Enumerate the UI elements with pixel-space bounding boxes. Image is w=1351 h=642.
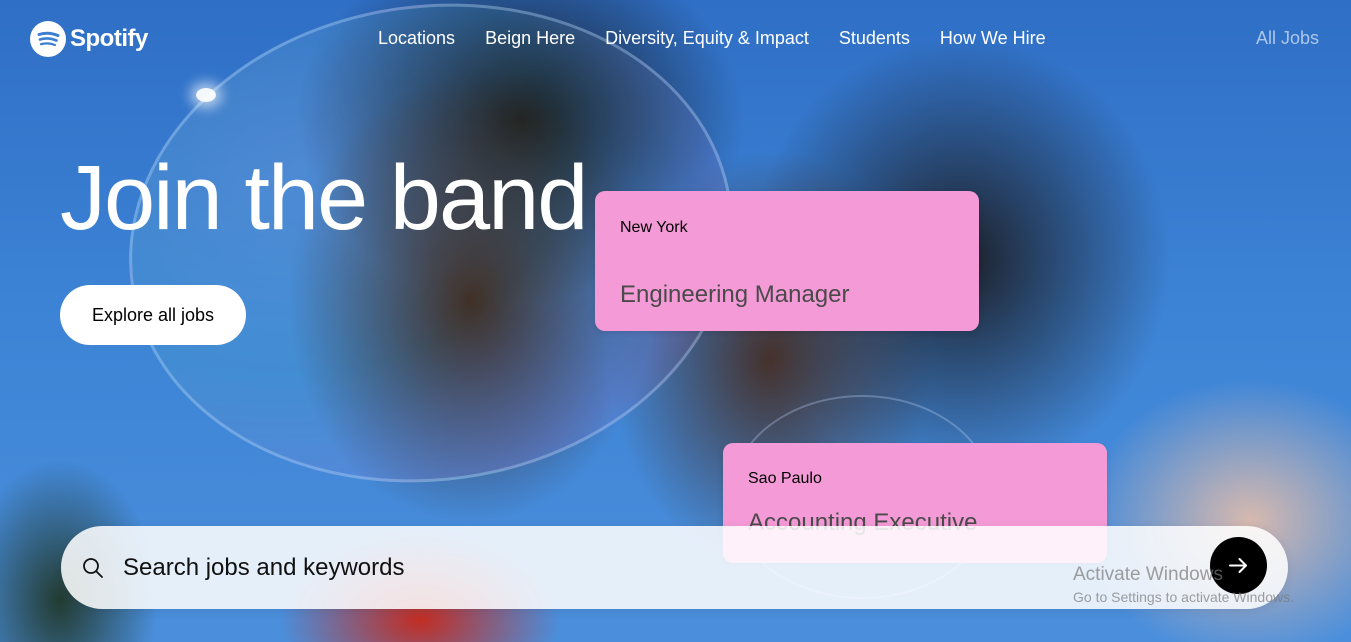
main-nav: Locations Beign Here Diversity, Equity &… — [378, 28, 1046, 49]
top-nav: Spotify Locations Beign Here Diversity, … — [0, 0, 1351, 76]
nav-link-students[interactable]: Students — [839, 28, 910, 49]
spotify-logo-icon — [30, 21, 66, 57]
hero-headline: Join the band — [60, 147, 588, 249]
job-card[interactable]: New York Engineering Manager — [595, 191, 979, 331]
job-card-location: Sao Paulo — [748, 470, 822, 487]
job-card-title: Engineering Manager — [620, 281, 850, 308]
nav-link-being-here[interactable]: Beign Here — [485, 28, 575, 49]
all-jobs-link[interactable]: All Jobs — [1256, 28, 1319, 49]
search-icon — [81, 556, 105, 580]
spotify-logo[interactable]: Spotify — [30, 21, 148, 57]
nav-link-diversity[interactable]: Diversity, Equity & Impact — [605, 28, 809, 49]
sparkle-highlight — [196, 88, 216, 102]
nav-link-how-we-hire[interactable]: How We Hire — [940, 28, 1046, 49]
search-input[interactable] — [121, 544, 1205, 592]
nav-link-locations[interactable]: Locations — [378, 28, 455, 49]
brand-name: Spotify — [70, 25, 148, 52]
search-bar — [61, 526, 1288, 609]
search-submit-button[interactable] — [1210, 537, 1267, 594]
job-card-location: New York — [620, 219, 688, 236]
explore-all-jobs-button[interactable]: Explore all jobs — [60, 285, 246, 345]
